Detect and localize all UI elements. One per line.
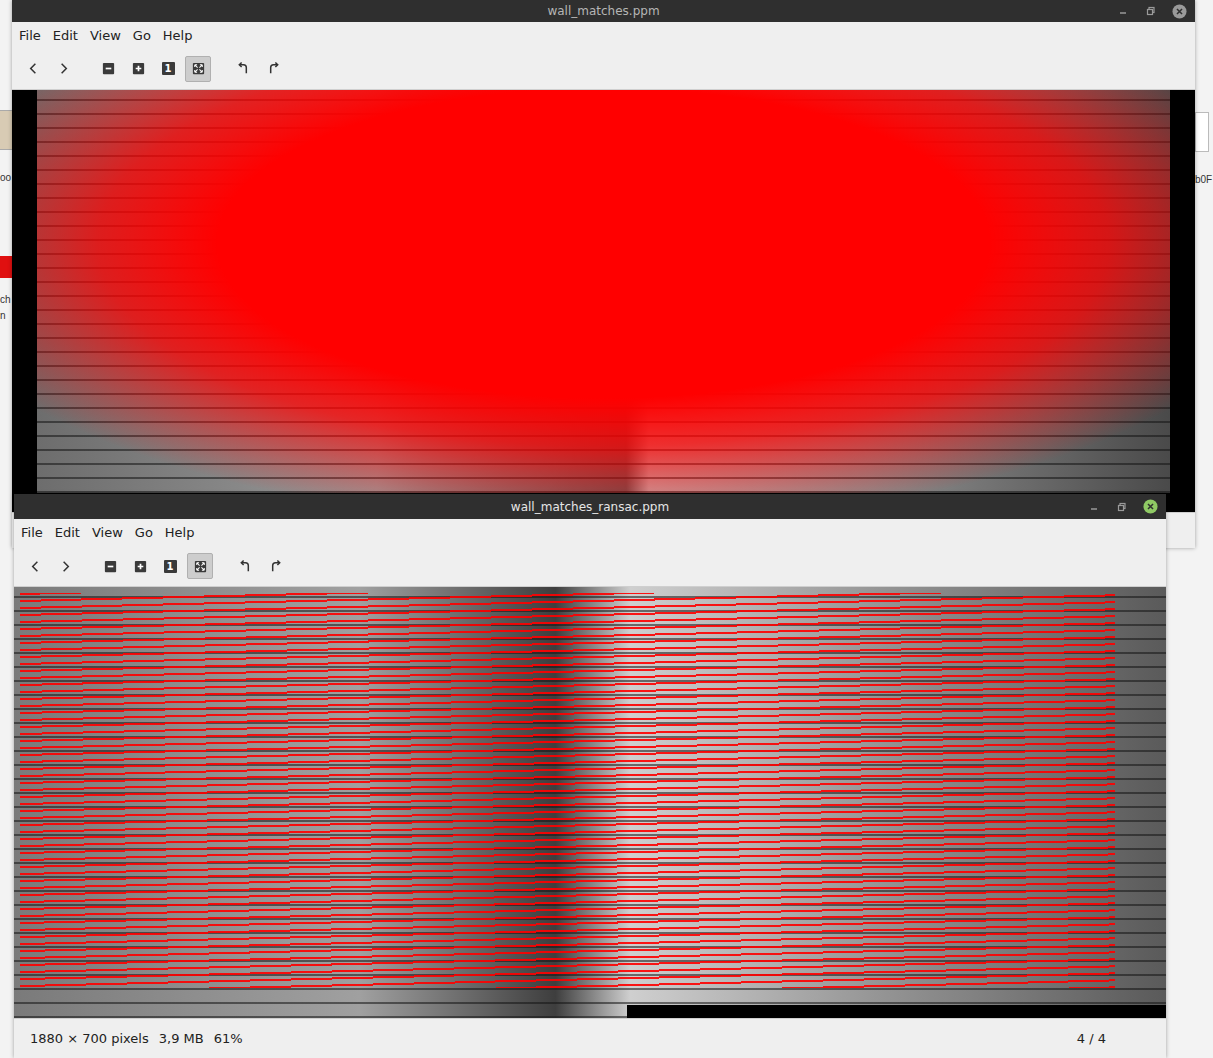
title-bar[interactable]: wall_matches_ransac.ppm [14, 494, 1166, 519]
file-thumbnail-icon [0, 110, 12, 150]
rotate-right-icon [266, 61, 281, 76]
chevron-left-icon [28, 559, 43, 574]
desktop-icon-label: b0F [1195, 172, 1213, 188]
desktop-icon-label: n [0, 308, 12, 324]
desktop-icon[interactable]: b0F [1195, 112, 1213, 188]
rotate-left-button[interactable] [232, 553, 258, 579]
image-position: 4 / 4 [1077, 1031, 1106, 1046]
menu-item[interactable]: Go [129, 523, 159, 542]
desktop-icon[interactable]: chn [0, 256, 12, 324]
toolbar: 1 [12, 48, 1195, 90]
menu-item[interactable]: Edit [47, 26, 84, 45]
fit-button[interactable] [187, 553, 213, 579]
menu-item[interactable]: Help [159, 523, 201, 542]
normal-size-icon: 1 [162, 62, 175, 75]
image [14, 587, 1166, 1018]
toolbar-group: 1 [95, 56, 211, 82]
desktop-icon-label: ch [0, 292, 12, 308]
image-viewer-window[interactable]: wall_matches_ransac.ppm FileEditViewGoHel… [14, 494, 1166, 1058]
image-viewer-window[interactable]: wall_matches.ppmFileEditViewGoHelp1 [12, 0, 1195, 548]
close-icon[interactable] [1143, 499, 1158, 514]
menu-item[interactable]: Edit [49, 523, 86, 542]
toolbar: 1 [14, 546, 1166, 587]
rotate-left-icon [236, 61, 251, 76]
minimize-icon[interactable] [1116, 4, 1130, 18]
menu-item[interactable]: View [86, 523, 129, 542]
image-canvas[interactable] [12, 90, 1195, 512]
zoom-in-icon [133, 559, 148, 574]
toolbar-group: 1 [97, 553, 213, 579]
image-canvas[interactable] [14, 587, 1166, 1018]
zoom-in-icon [131, 61, 146, 76]
zoom-level: 61% [214, 1031, 243, 1046]
menu-bar: FileEditViewGoHelp [14, 519, 1166, 546]
back-button[interactable] [22, 553, 48, 579]
chevron-right-icon [56, 61, 71, 76]
zoom-out-icon [103, 559, 118, 574]
rotate-left-icon [238, 559, 253, 574]
close-icon[interactable] [1172, 4, 1187, 19]
zoom-out-button[interactable] [95, 56, 121, 82]
toolbar-group [22, 553, 78, 579]
normal-size-icon: 1 [164, 560, 177, 573]
zoom-in-button[interactable] [127, 553, 153, 579]
desktop: oochnb0Fwall_matches.ppmFileEditViewGoHe… [0, 0, 1213, 1058]
minimize-icon[interactable] [1087, 500, 1101, 514]
rotate-right-button[interactable] [260, 56, 286, 82]
fit-window-icon [193, 559, 208, 574]
chevron-right-icon [58, 559, 73, 574]
menu-item[interactable]: File [13, 26, 47, 45]
chevron-left-icon [26, 61, 41, 76]
window-title: wall_matches.ppm [547, 4, 659, 18]
toolbar-group [20, 56, 76, 82]
fit-button[interactable] [185, 56, 211, 82]
maximize-icon[interactable] [1115, 500, 1129, 514]
file-thumbnail-icon [1195, 112, 1209, 152]
status-bar: 1880 × 700 pixels 3,9 MB 61% 4 / 4 [14, 1018, 1166, 1058]
desktop-icon-label: oo [0, 170, 12, 186]
normal-size-button[interactable]: 1 [157, 553, 183, 579]
fit-window-icon [191, 61, 206, 76]
image-dimensions: 1880 × 700 pixels [30, 1031, 149, 1046]
rotate-right-icon [268, 559, 283, 574]
menu-item[interactable]: File [15, 523, 49, 542]
desktop-icon[interactable]: oo [0, 110, 12, 186]
forward-button[interactable] [52, 553, 78, 579]
menu-bar: FileEditViewGoHelp [12, 22, 1195, 48]
file-size: 3,9 MB [159, 1031, 204, 1046]
zoom-out-button[interactable] [97, 553, 123, 579]
title-bar[interactable]: wall_matches.ppm [12, 0, 1195, 22]
menu-item[interactable]: View [84, 26, 127, 45]
rotate-left-button[interactable] [230, 56, 256, 82]
zoom-in-button[interactable] [125, 56, 151, 82]
window-title: wall_matches_ransac.ppm [511, 500, 669, 514]
toolbar-group [230, 56, 286, 82]
menu-item[interactable]: Help [157, 26, 199, 45]
maximize-icon[interactable] [1144, 4, 1158, 18]
back-button[interactable] [20, 56, 46, 82]
menu-item[interactable]: Go [127, 26, 157, 45]
rotate-right-button[interactable] [262, 553, 288, 579]
normal-size-button[interactable]: 1 [155, 56, 181, 82]
toolbar-group [232, 553, 288, 579]
file-thumbnail-icon [0, 256, 12, 278]
zoom-out-icon [101, 61, 116, 76]
forward-button[interactable] [50, 56, 76, 82]
image [37, 90, 1170, 493]
